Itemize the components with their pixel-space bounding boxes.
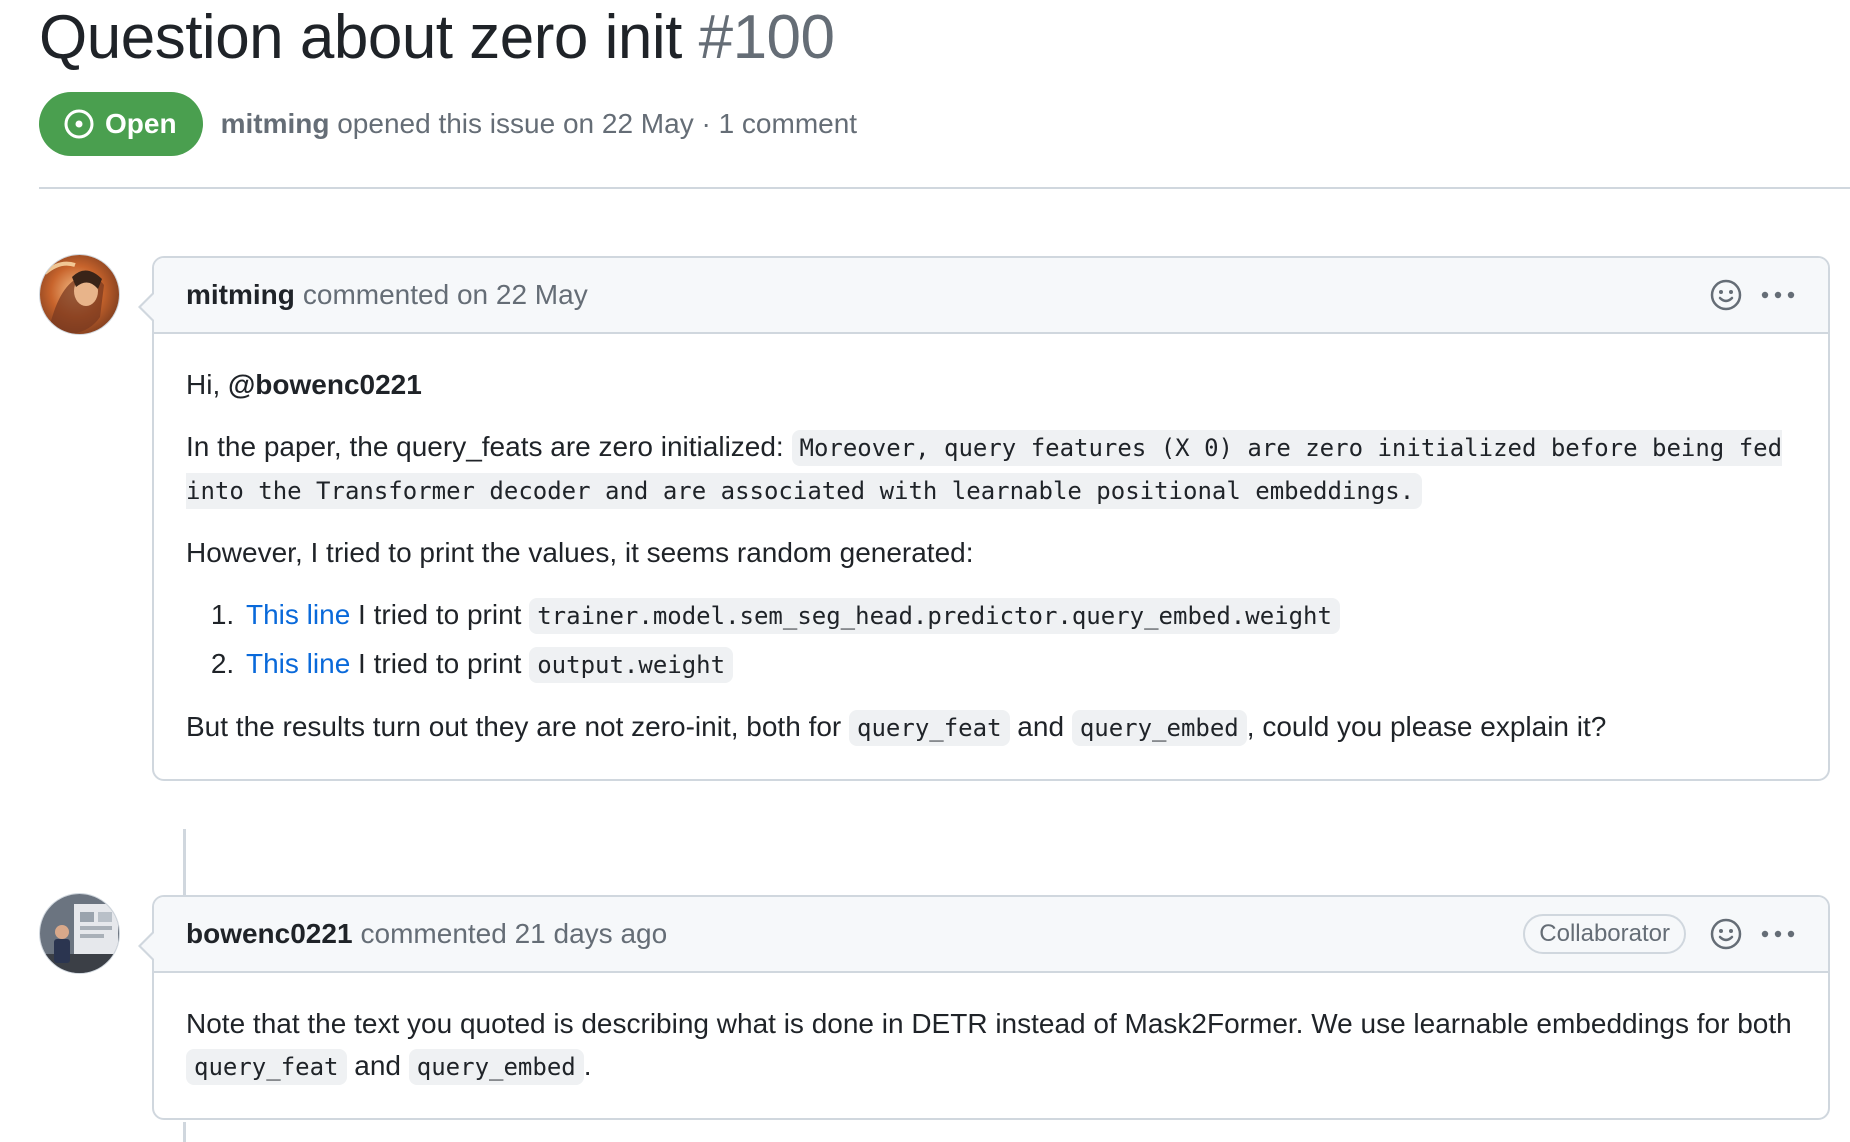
inline-code: query_feat (186, 1049, 347, 1085)
code-line-link[interactable]: This line (246, 599, 350, 630)
inline-code: query_embed (1071, 710, 1247, 746)
comment-header: bowenc0221 commented 21 days ago Collabo… (154, 897, 1828, 973)
comment-paragraph: However, I tried to print the values, it… (186, 537, 974, 568)
issue-title: Question about zero init #100 (39, 0, 835, 76)
list-item: This line I tried to print trainer.model… (242, 594, 1796, 637)
comment-paragraph: But the results turn out they are not ze… (186, 706, 1796, 749)
issue-number: #100 (698, 3, 835, 72)
inline-code: output.weight (529, 647, 734, 683)
add-reaction-button[interactable] (1708, 277, 1744, 313)
header-divider (39, 187, 1850, 189)
timeline-connector (183, 1122, 186, 1142)
comment-header: mitming commented on 22 May (154, 258, 1828, 334)
code-line-link[interactable]: This line (246, 648, 350, 679)
timeline-connector (183, 829, 186, 895)
collaborator-badge: Collaborator (1523, 914, 1686, 954)
comment-options-button[interactable] (1756, 916, 1800, 952)
smiley-icon (1710, 279, 1742, 311)
inline-code: trainer.model.sem_seg_head.predictor.que… (529, 598, 1340, 634)
user-mention[interactable]: @bowenc0221 (228, 369, 422, 400)
issue-title-text: Question about zero init (39, 3, 682, 72)
issue-opened-text: opened this issue on 22 May · 1 comment (337, 108, 858, 139)
issue-meta: Open mitming opened this issue on 22 May… (39, 92, 857, 156)
avatar-image (40, 894, 119, 973)
issue-author-link[interactable]: mitming (221, 108, 330, 139)
avatar-bowenc0221[interactable] (39, 893, 120, 974)
kebab-horizontal-icon (1761, 291, 1795, 299)
avatar-image (40, 255, 119, 334)
comment-mitming: mitming commented on 22 May Hi, @bowenc0… (138, 256, 1830, 781)
kebab-horizontal-icon (1761, 930, 1795, 938)
comment-author-link[interactable]: mitming (186, 279, 295, 311)
inline-code: query_embed (408, 1049, 584, 1085)
comment-paragraph: Hi, @bowenc0221 (186, 369, 422, 400)
comment-timestamp[interactable]: commented on 22 May (303, 279, 588, 311)
comment-options-button[interactable] (1756, 277, 1800, 313)
comment-timestamp[interactable]: commented 21 days ago (361, 918, 668, 950)
comment-paragraph: In the paper, the query_feats are zero i… (186, 426, 1796, 512)
ordered-list: This line I tried to print trainer.model… (186, 594, 1796, 686)
comment-body: Hi, @bowenc0221 In the paper, the query_… (154, 334, 1828, 779)
list-item: This line I tried to print output.weight (242, 643, 1796, 686)
comment-bowenc0221: bowenc0221 commented 21 days ago Collabo… (138, 895, 1830, 1120)
issue-state-badge[interactable]: Open (39, 92, 203, 156)
avatar-mitming[interactable] (39, 254, 120, 335)
add-reaction-button[interactable] (1708, 916, 1744, 952)
issue-state-label: Open (105, 108, 177, 139)
inline-code: query_feat (849, 710, 1010, 746)
issue-opened-icon (64, 109, 94, 139)
comment-author-link[interactable]: bowenc0221 (186, 918, 353, 950)
comment-paragraph: Note that the text you quoted is describ… (186, 1003, 1796, 1088)
smiley-icon (1710, 918, 1742, 950)
issue-meta-text: mitming opened this issue on 22 May · 1 … (221, 108, 858, 140)
comment-body: Note that the text you quoted is describ… (154, 973, 1828, 1118)
